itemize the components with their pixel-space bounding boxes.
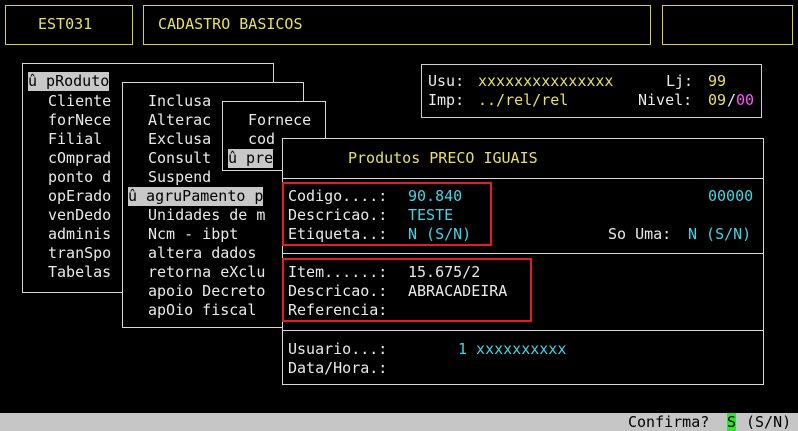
menu-item-exclusa[interactable]: Exclusa: [148, 130, 211, 149]
dialog-divider-3: [282, 330, 764, 331]
dialog-divider-2: [282, 253, 764, 254]
referencia-label: Referencia:: [288, 301, 388, 319]
dialog-title: Produtos PRECO IGUAIS: [348, 149, 538, 167]
menu-item-suspend[interactable]: Suspend: [148, 168, 211, 187]
menu-item-unidades[interactable]: Unidades de m: [148, 206, 265, 225]
menu-item-apoio-decreto[interactable]: apoio Decreto: [148, 282, 265, 301]
codigo-right-value: 00000: [708, 187, 754, 205]
header-empty-box: [662, 5, 793, 45]
screen-title: CADASTRO BASICOS: [158, 15, 303, 33]
menu-item-inclusa[interactable]: Inclusa: [148, 92, 211, 111]
menu-item-comprad[interactable]: cOmprad: [48, 149, 111, 168]
menu-item-fornece-sub[interactable]: Fornece: [248, 111, 311, 130]
item-descricao-label: Descricao.:: [288, 282, 388, 300]
nivel-sub-value: 00: [736, 91, 755, 109]
usuario-label: Usuario...:: [288, 340, 388, 358]
lj-label: Lj:: [666, 72, 694, 90]
usuario-value: 1 xxxxxxxxxx: [458, 340, 567, 358]
descricao-field[interactable]: TESTE: [408, 206, 453, 225]
confirm-prompt: Confirma?: [628, 413, 710, 431]
menu-item-transpo[interactable]: tranSpo: [48, 244, 111, 263]
nivel-value: 09: [708, 91, 727, 109]
menu-item-alterac[interactable]: Alterac: [148, 111, 211, 130]
so-uma-field[interactable]: N (S/N): [688, 225, 751, 244]
menu-item-tabelas[interactable]: Tabelas: [48, 263, 111, 282]
usu-value: xxxxxxxxxxxxxxx: [478, 72, 614, 90]
menu-item-retorna[interactable]: retorna eXclu: [148, 263, 265, 282]
menu-item-apoio-fiscal[interactable]: apOio fiscal: [148, 301, 256, 320]
menu-item-preco[interactable]: û pre: [228, 149, 274, 168]
program-code: EST031: [38, 15, 93, 33]
item-descricao-value: ABRACADEIRA: [408, 282, 508, 300]
menu-item-fornece[interactable]: forNece: [48, 111, 111, 130]
lj-value: 99: [708, 72, 727, 90]
etiqueta-field[interactable]: N (S/N): [408, 225, 471, 244]
etiqueta-label: Etiqueta..:: [288, 225, 388, 243]
datahora-label: Data/Hora.:: [288, 359, 388, 377]
codigo-label: Codigo....:: [288, 187, 388, 205]
menu-item-ncm[interactable]: Ncm - ibpt: [148, 225, 238, 244]
menu-item-agrupamento[interactable]: û agruPamento p: [128, 187, 264, 206]
descricao-label: Descricao.:: [288, 206, 388, 224]
menu-item-ponto[interactable]: ponto d: [48, 168, 111, 187]
menu-item-altera-dados[interactable]: altera dados: [148, 244, 256, 263]
codigo-field[interactable]: 90.840: [408, 187, 462, 206]
imp-value: ../rel/rel: [478, 91, 569, 109]
menu-item-filial[interactable]: Filial: [48, 130, 102, 149]
item-label: Item......:: [288, 263, 388, 281]
menu-item-adminis[interactable]: adminis: [48, 225, 111, 244]
dialog-divider-1: [282, 178, 764, 179]
menu-item-vendedo[interactable]: venDedo: [48, 206, 111, 225]
item-value: 15.675/2: [408, 263, 481, 281]
usu-label: Usu:: [428, 72, 465, 90]
menu-item-operado[interactable]: opErado: [48, 187, 111, 206]
menu-item-produto[interactable]: û pRoduto: [28, 72, 110, 91]
confirm-answer[interactable]: S: [727, 413, 737, 431]
confirm-options: (S/N): [746, 413, 792, 431]
imp-label: Imp:: [428, 91, 465, 109]
menu-item-cliente[interactable]: Cliente: [48, 92, 111, 111]
menu-item-consult[interactable]: Consult: [148, 149, 211, 168]
menu-item-cod[interactable]: cod: [248, 130, 275, 149]
nivel-separator: /: [727, 91, 737, 109]
nivel-label: Nivel:: [638, 91, 693, 109]
so-uma-label: So Uma:: [608, 225, 672, 243]
